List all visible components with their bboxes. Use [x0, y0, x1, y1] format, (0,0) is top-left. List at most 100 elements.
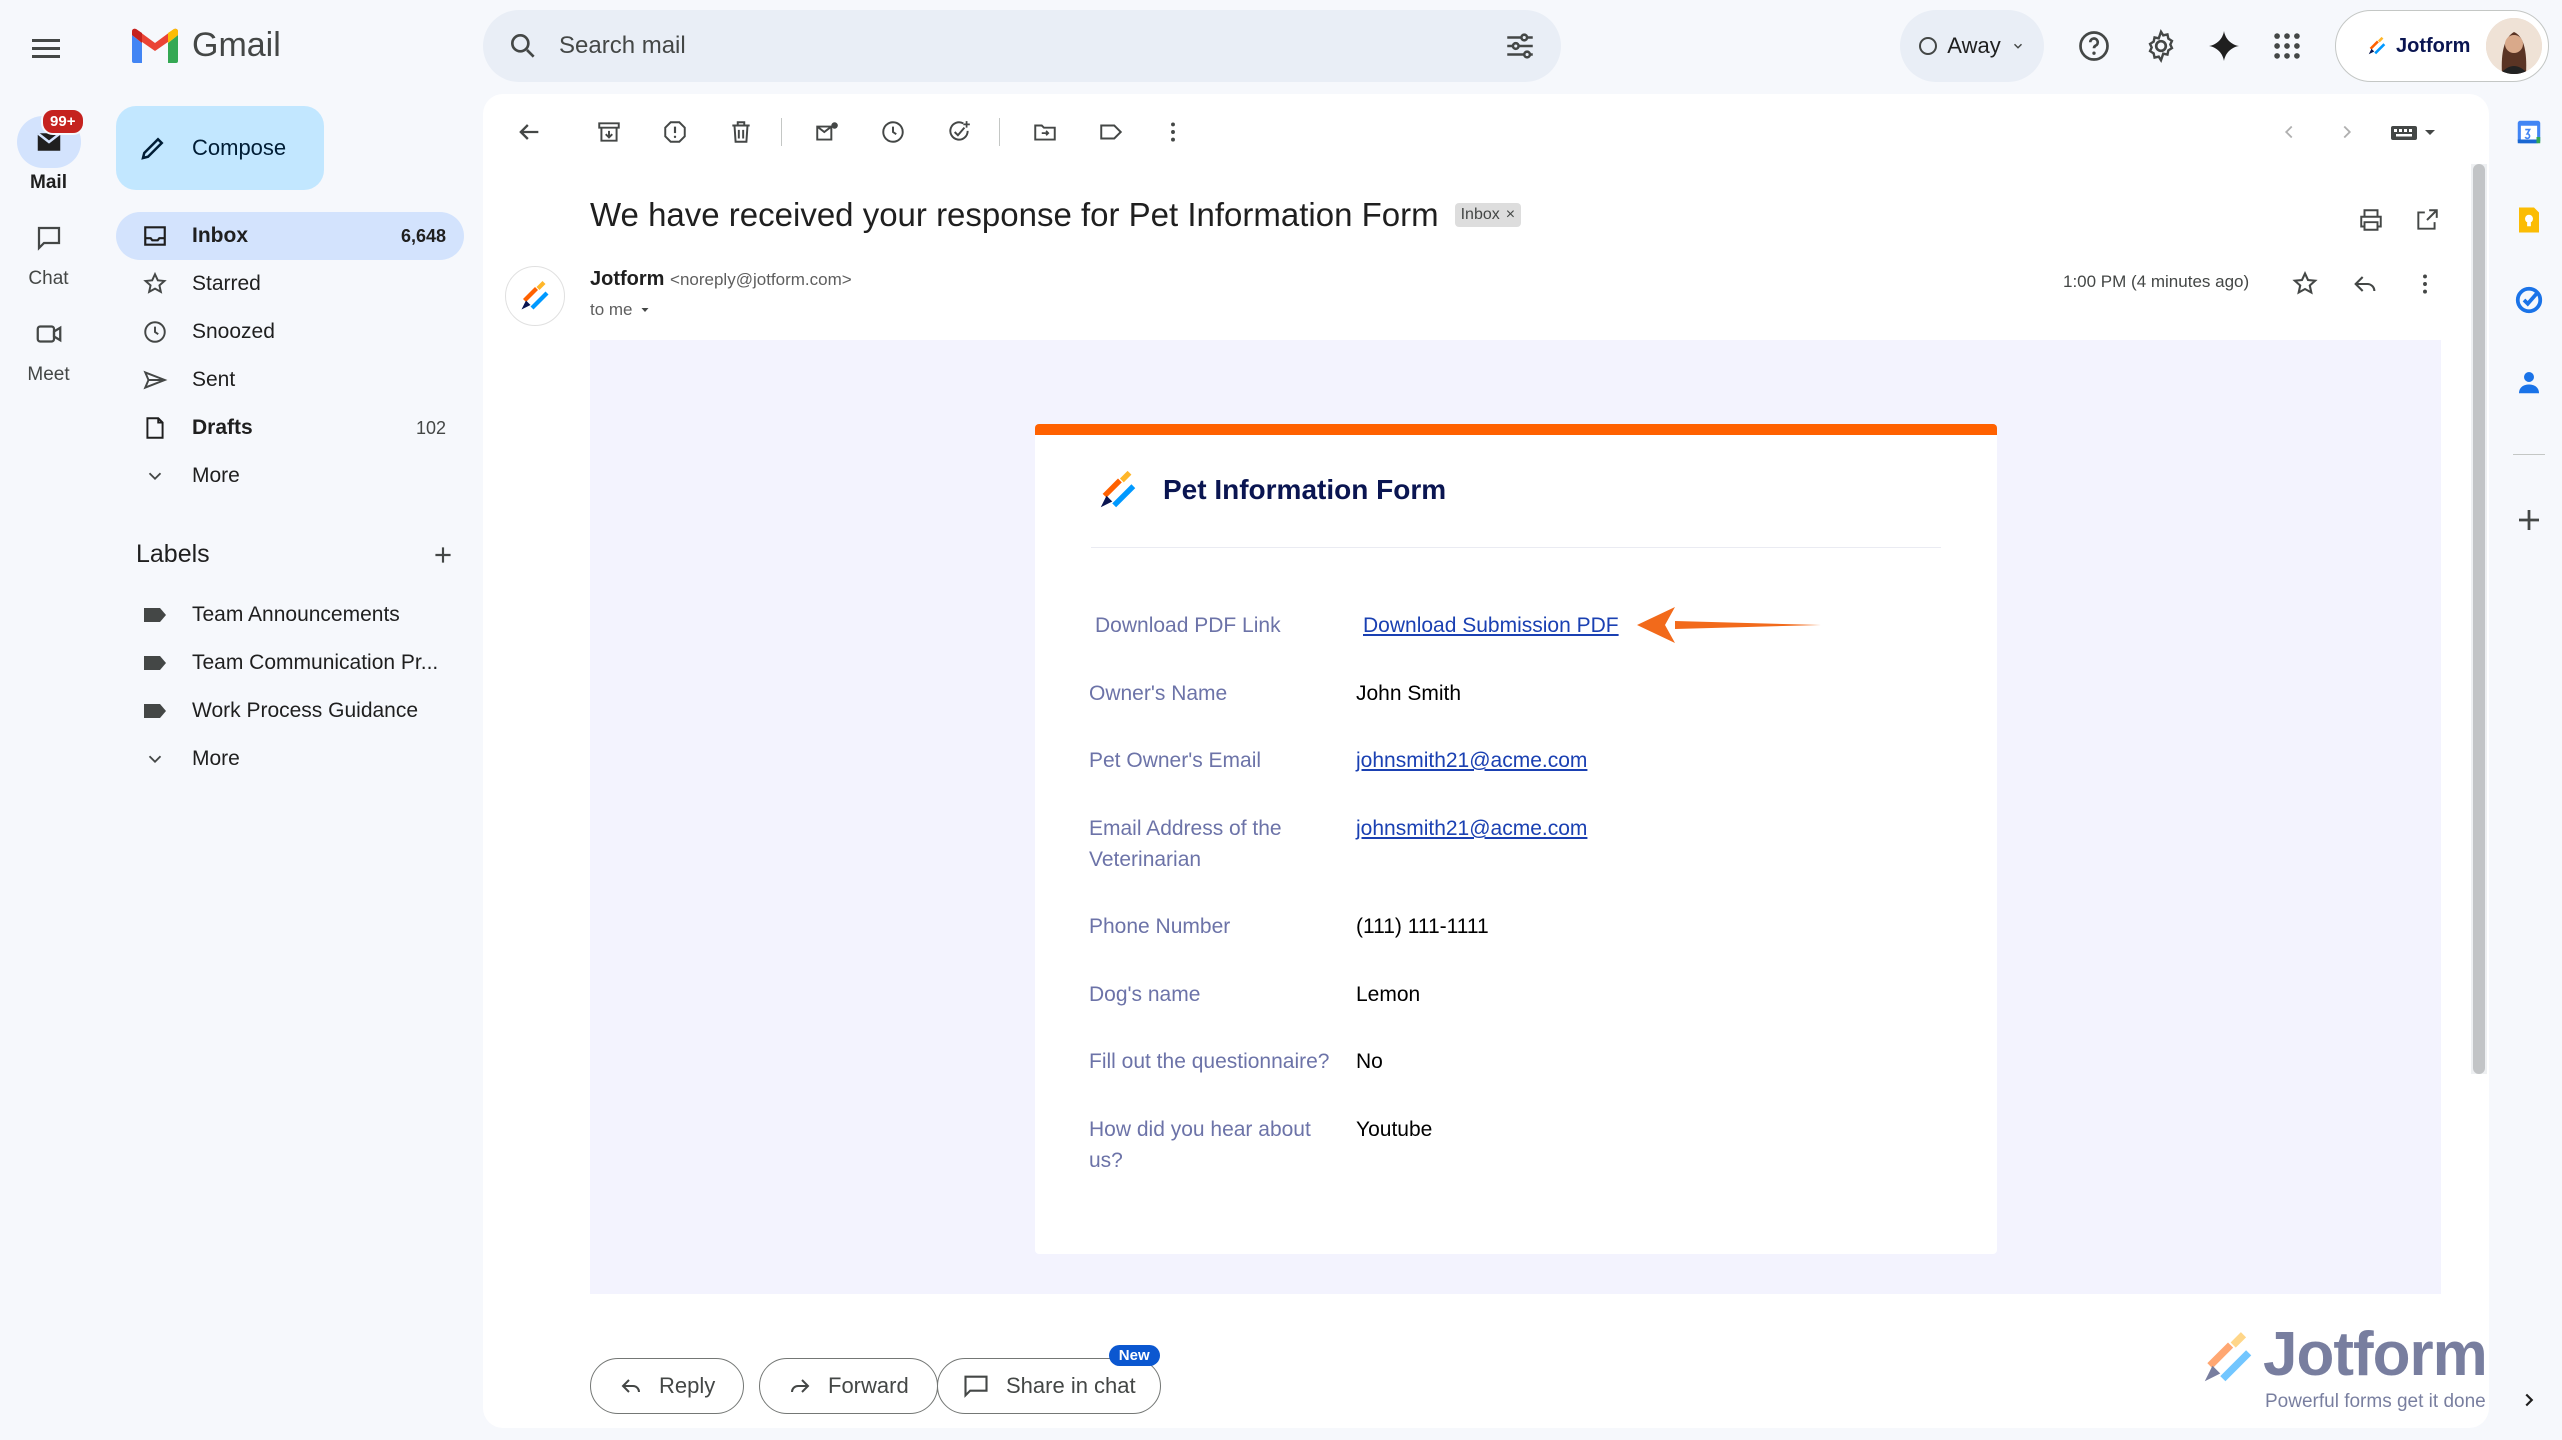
search-icon[interactable] — [507, 30, 539, 62]
hide-side-panel-button[interactable] — [2509, 1380, 2549, 1420]
open-new-window-button[interactable] — [2405, 198, 2449, 242]
share-in-chat-button[interactable]: Share in chat New — [937, 1345, 1161, 1414]
arrow-annotation-icon — [1637, 607, 1821, 643]
settings-button[interactable] — [2139, 24, 2183, 68]
app-rail: 99+ Mail Chat Meet — [0, 0, 97, 1440]
rail-item-chat[interactable]: Chat — [0, 212, 97, 290]
newer-button[interactable] — [2267, 110, 2311, 154]
labels-button[interactable] — [1089, 110, 1133, 154]
search-input[interactable]: Search mail — [559, 32, 1503, 60]
nav-item-snoozed[interactable]: Snoozed — [116, 308, 464, 356]
jotform-logo-icon — [2368, 36, 2386, 55]
reply-button[interactable]: Reply — [590, 1358, 745, 1414]
label-name: More — [192, 747, 240, 770]
print-button[interactable] — [2349, 198, 2393, 242]
move-to-button[interactable] — [1023, 110, 1067, 154]
sender-line: Jotform <noreply@jotform.com> — [590, 268, 852, 291]
chip-close-icon[interactable]: × — [1506, 206, 1515, 224]
reply-icon-button[interactable] — [2343, 262, 2387, 306]
label-item-team-announcements[interactable]: Team Announcements — [116, 591, 464, 639]
jotform-logo-icon — [1100, 470, 1136, 508]
field-value: No — [1356, 1050, 1383, 1073]
keep-app-button[interactable] — [2509, 200, 2549, 240]
chevron-right-icon — [2525, 1393, 2534, 1407]
sender-name[interactable]: Jotform — [590, 268, 664, 290]
field-value: (111) 111-1111 — [1356, 915, 1489, 938]
nav-item-starred[interactable]: Starred — [116, 260, 464, 308]
older-button[interactable] — [2325, 110, 2369, 154]
forward-icon — [791, 1379, 810, 1393]
forward-button[interactable]: Forward — [759, 1358, 938, 1414]
field-value: John Smith — [1356, 682, 1462, 705]
account-button[interactable]: Jotform — [2335, 10, 2549, 82]
label-item-work-process[interactable]: Work Process Guidance — [116, 687, 464, 735]
message-timestamp: 1:00 PM (4 minutes ago) — [2063, 272, 2250, 291]
star-button[interactable] — [2283, 262, 2327, 306]
message-toolbar — [483, 94, 2489, 168]
nav-label: Starred — [192, 272, 261, 295]
nav-label: Inbox — [192, 224, 248, 247]
compose-button[interactable]: Compose — [116, 106, 324, 190]
back-button[interactable] — [507, 110, 551, 154]
mark-unread-button[interactable] — [805, 110, 849, 154]
add-to-tasks-button[interactable] — [937, 110, 981, 154]
nav-item-inbox[interactable]: Inbox 6,648 — [116, 212, 464, 260]
avatar[interactable] — [2486, 18, 2542, 74]
form-submission-card: Pet Information Form Download PDF Link D… — [1035, 424, 1997, 1254]
inbox-label-chip[interactable]: Inbox × — [1454, 203, 1522, 227]
chevron-down-icon — [148, 755, 162, 764]
label-item-team-communication[interactable]: Team Communication Pr... — [116, 639, 464, 687]
message-more-button[interactable] — [2403, 262, 2447, 306]
owner-email-link[interactable]: johnsmith21@acme.com — [1356, 745, 1587, 776]
chip-label: Inbox — [1460, 206, 1500, 223]
new-badge: New — [1108, 1345, 1160, 1366]
search-options-icon[interactable] — [1503, 29, 1537, 63]
report-spam-button[interactable] — [653, 110, 697, 154]
nav-item-drafts[interactable]: Drafts 102 — [116, 404, 464, 452]
gemini-button[interactable] — [2202, 24, 2246, 68]
calendar-app-button[interactable] — [2509, 112, 2549, 152]
recipient-details[interactable]: to me — [590, 300, 651, 320]
more-options-button[interactable] — [1151, 110, 1195, 154]
plus-icon[interactable] — [430, 542, 456, 568]
chevron-down-icon — [2013, 43, 2022, 49]
rail-item-meet[interactable]: Meet — [0, 308, 97, 386]
rail-item-mail[interactable]: 99+ Mail — [0, 108, 97, 194]
scrollbar-thumb[interactable] — [2473, 164, 2485, 1074]
labels-header: Labels — [136, 540, 456, 569]
inbox-count: 6,648 — [400, 225, 446, 246]
tasks-app-button[interactable] — [2509, 280, 2549, 320]
field-value: Youtube — [1356, 1118, 1433, 1141]
sender-avatar[interactable] — [505, 266, 565, 326]
header-divider — [1091, 547, 1941, 548]
compose-label: Compose — [192, 135, 287, 160]
vet-email-link[interactable]: johnsmith21@acme.com — [1356, 813, 1587, 844]
get-addons-button[interactable] — [2509, 500, 2549, 540]
drafts-count: 102 — [415, 417, 446, 438]
help-button[interactable] — [2072, 24, 2116, 68]
apps-button[interactable] — [2265, 24, 2309, 68]
snooze-button[interactable] — [871, 110, 915, 154]
print-icon — [2360, 209, 2382, 231]
search-bar[interactable]: Search mail — [483, 10, 1561, 82]
gmail-logo[interactable]: Gmail — [130, 26, 281, 65]
calendar-icon — [2517, 120, 2541, 144]
input-tools-button[interactable] — [2383, 110, 2447, 154]
archive-button[interactable] — [587, 110, 631, 154]
nav-item-more[interactable]: More — [116, 452, 464, 500]
reply-label: Reply — [659, 1373, 716, 1398]
plus-icon — [2519, 510, 2539, 530]
trash-icon — [732, 121, 750, 143]
download-pdf-link[interactable]: Download Submission PDF — [1363, 610, 1619, 641]
delete-button[interactable] — [719, 110, 763, 154]
main-menu-button[interactable] — [26, 28, 66, 68]
nav-item-sent[interactable]: Sent — [116, 356, 464, 404]
watermark-tagline: Powerful forms get it done — [2265, 1391, 2486, 1412]
archive-icon — [598, 122, 620, 142]
status-selector[interactable]: Away — [1900, 10, 2044, 82]
label-item-more[interactable]: More — [116, 735, 464, 783]
field-value: Lemon — [1356, 983, 1421, 1006]
contacts-app-button[interactable] — [2509, 362, 2549, 402]
chevron-down-icon — [148, 472, 162, 481]
video-icon — [36, 325, 61, 343]
